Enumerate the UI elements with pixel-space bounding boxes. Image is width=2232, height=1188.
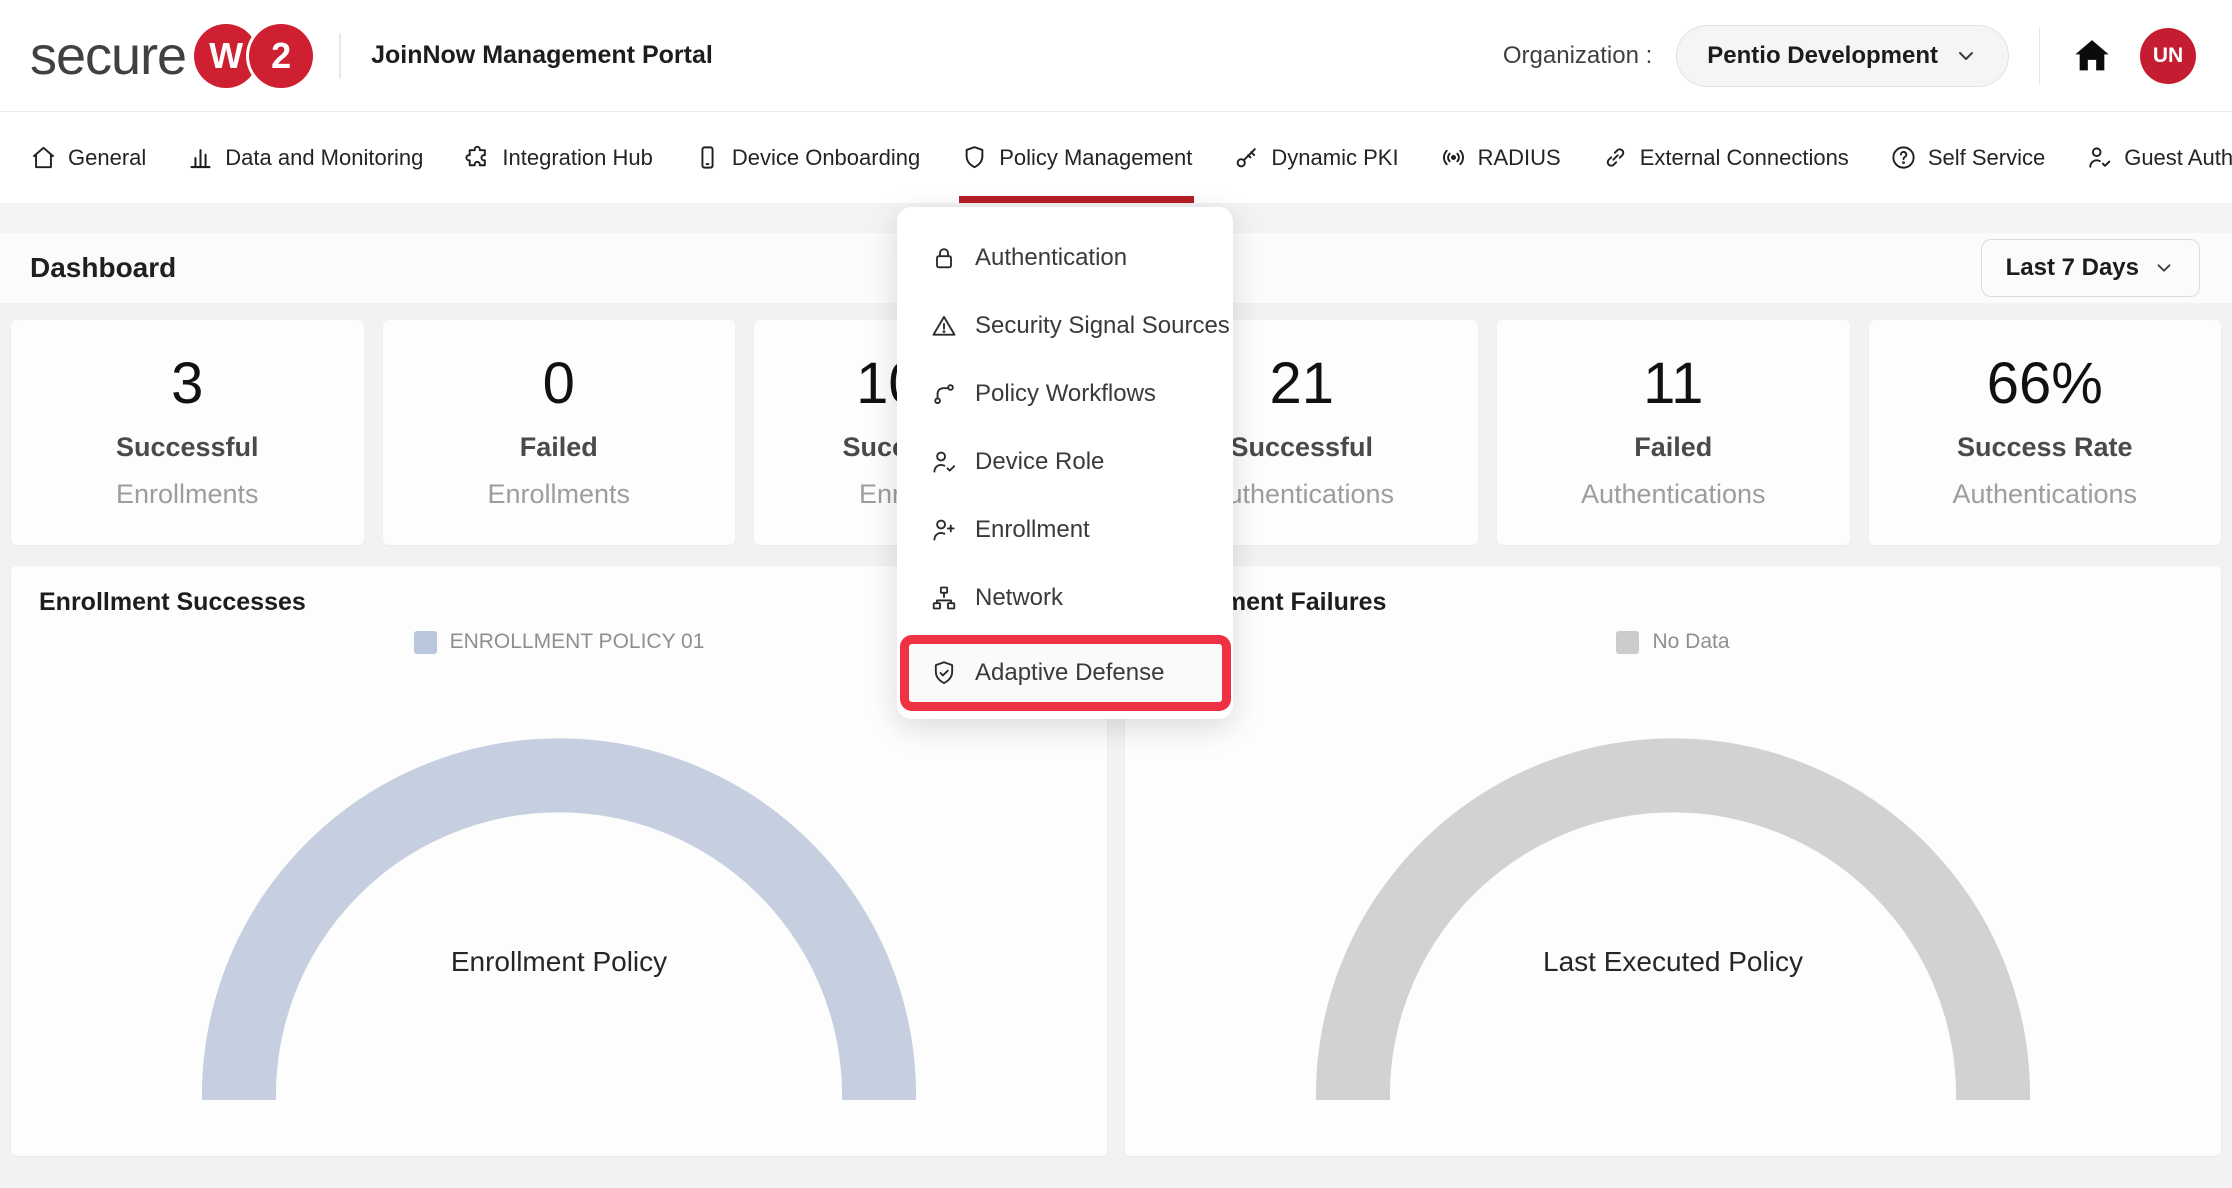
chart-legend: No Data [1125,630,2221,654]
stat-value: 66% [1987,352,2103,416]
stat-card-failed-enrollments: 0 Failed Enrollments [383,320,736,545]
securew2-logo: secure W 2 [30,24,313,88]
stat-metric: Success Rate [1957,432,2133,463]
nav-item-data-and-monitoring[interactable]: Data and Monitoring [187,112,423,203]
nav-item-guest-authentication[interactable]: Guest Authentication [2086,112,2232,203]
page-title: Dashboard [30,252,176,284]
stat-category: Authentications [1209,479,1394,510]
stat-metric: Failed [1634,432,1712,463]
legend-label: No Data [1652,630,1729,654]
stat-card-failed-authentications: 11 Failed Authentications [1497,320,1850,545]
person-plus-icon [930,516,958,544]
portal-title: JoinNow Management Portal [371,41,713,70]
lock-icon [930,244,958,272]
network-icon [930,584,958,612]
shield-check-icon [930,659,958,687]
person-check-icon [2086,144,2113,171]
home-button[interactable] [2070,34,2114,78]
menu-item-authentication[interactable]: Authentication [897,224,1233,292]
question-circle-icon [1890,144,1917,171]
stat-metric: Failed [520,432,598,463]
nav-item-general[interactable]: General [30,112,146,203]
nav-item-external-connections[interactable]: External Connections [1602,112,1849,203]
half-donut-gauge [201,737,917,1100]
stat-card-success-rate-authentications: 66% Success Rate Authentications [1869,320,2222,545]
main-nav: General Data and Monitoring Integration … [0,112,2232,203]
nav-item-radius[interactable]: RADIUS [1440,112,1561,203]
puzzle-icon [464,144,491,171]
nav-item-self-service[interactable]: Self Service [1890,112,2045,203]
legend-label: ENROLLMENT POLICY 01 [450,630,705,654]
chevron-down-icon [2153,257,2175,279]
menu-item-security-signal-sources[interactable]: Security Signal Sources [897,292,1233,360]
date-range-select[interactable]: Last 7 Days [1981,239,2200,297]
gauge-center-label: Last Executed Policy [1125,946,2221,978]
stat-metric: Successful [116,432,259,463]
shield-icon [961,144,988,171]
smartphone-icon [694,144,721,171]
nav-item-policy-management[interactable]: Policy Management [961,112,1192,203]
user-avatar[interactable]: UN [2140,28,2196,84]
stat-category: Enrollments [116,479,259,510]
menu-item-network[interactable]: Network [897,564,1233,632]
chevron-down-icon [1954,44,1978,68]
stat-category: Enrollments [487,479,630,510]
stat-category: Authentications [1581,479,1766,510]
link-icon [1602,144,1629,171]
home-icon [30,144,57,171]
gauge-center-label: Enrollment Policy [11,946,1107,978]
stat-category: Authentications [1952,479,2137,510]
stat-card-successful-enrollments: 3 Successful Enrollments [11,320,364,545]
home-filled-icon [2072,36,2112,76]
policy-management-dropdown: Authentication Security Signal Sources P… [897,207,1233,719]
legend-swatch [1616,631,1639,654]
menu-item-device-role[interactable]: Device Role [897,428,1233,496]
organization-select[interactable]: Pentio Development [1676,25,2009,87]
half-donut-gauge [1315,737,2031,1100]
nav-item-device-onboarding[interactable]: Device Onboarding [694,112,920,203]
menu-item-enrollment[interactable]: Enrollment [897,496,1233,564]
organization-value: Pentio Development [1707,42,1938,70]
person-check-icon [930,448,958,476]
menu-item-policy-workflows[interactable]: Policy Workflows [897,360,1233,428]
broadcast-icon [1440,144,1467,171]
workflow-icon [930,380,958,408]
organization-label: Organization : [1503,42,1652,70]
app-header: secure W 2 JoinNow Management Portal Org… [0,0,2232,112]
header-divider-2 [2039,28,2040,84]
logo-circle-2: 2 [249,24,313,88]
enrollment-failures-chart-card: Enrollment Failures No Data Last Execute… [1125,566,2221,1156]
nav-item-integration-hub[interactable]: Integration Hub [464,112,652,203]
stat-value: 0 [543,352,575,416]
warning-triangle-icon [930,312,958,340]
logo-word: secure [30,25,186,87]
header-divider [339,33,341,79]
stat-metric: Successful [1230,432,1373,463]
stat-value: 3 [171,352,203,416]
nav-item-dynamic-pki[interactable]: Dynamic PKI [1233,112,1398,203]
stat-value: 11 [1643,352,1703,416]
stat-value: 21 [1269,352,1334,416]
chart-title: Enrollment Successes [39,588,306,617]
menu-item-adaptive-defense-highlighted[interactable]: Adaptive Defense [900,635,1231,711]
key-icon [1233,144,1260,171]
legend-swatch [414,631,437,654]
bar-chart-icon [187,144,214,171]
